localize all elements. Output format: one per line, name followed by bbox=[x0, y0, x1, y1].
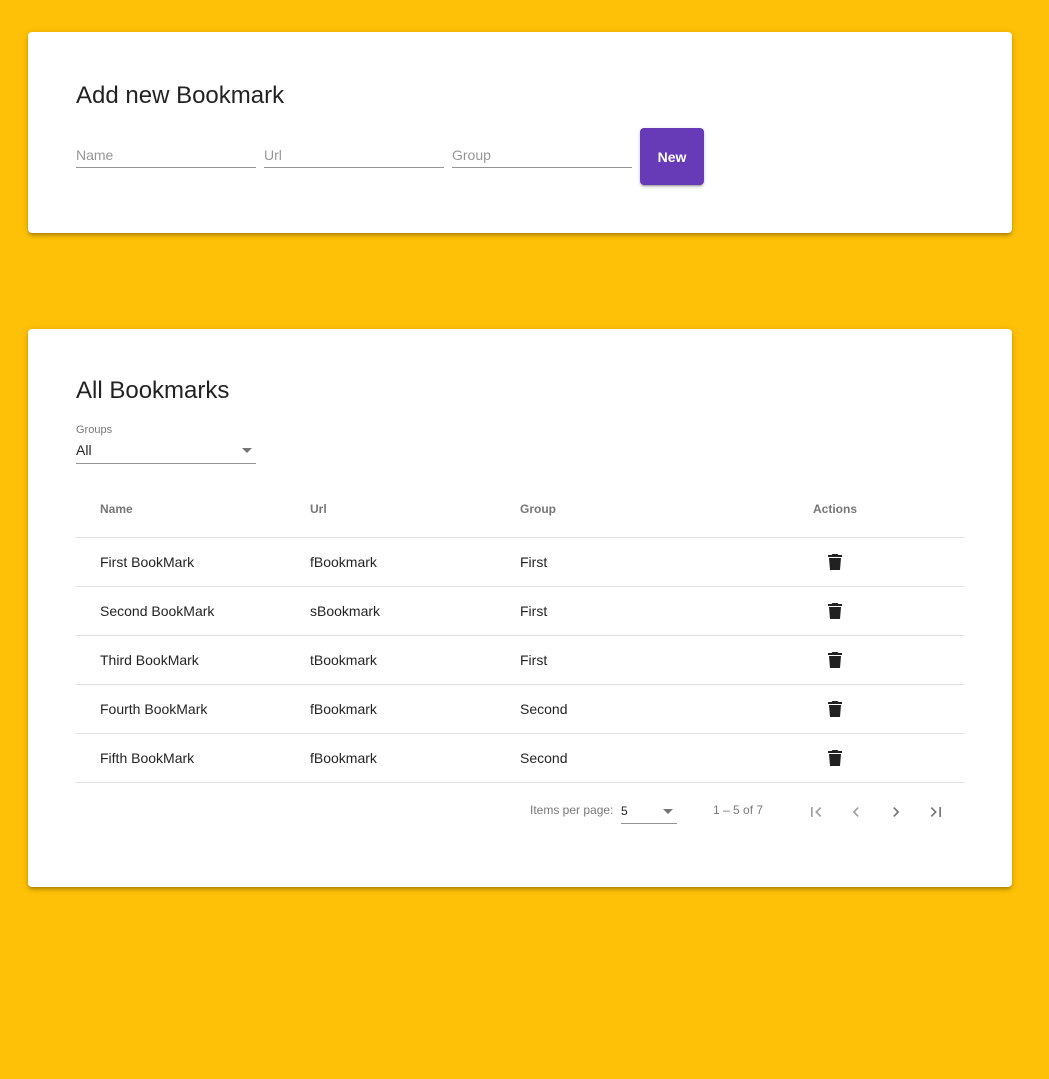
cell-url: fBookmark bbox=[310, 701, 377, 717]
first-page-icon bbox=[811, 807, 822, 817]
page-size-select[interactable]: 5 bbox=[621, 797, 677, 824]
cell-name: Fifth BookMark bbox=[100, 750, 195, 766]
cell-name: First BookMark bbox=[100, 554, 195, 570]
trash-icon bbox=[828, 554, 842, 570]
group-field[interactable] bbox=[452, 138, 632, 168]
delete-button[interactable] bbox=[823, 648, 847, 672]
url-input[interactable] bbox=[264, 147, 444, 163]
group-input[interactable] bbox=[452, 147, 632, 163]
cell-group: Second bbox=[520, 750, 568, 766]
name-input[interactable] bbox=[76, 147, 256, 163]
cell-name: Second BookMark bbox=[100, 603, 215, 619]
all-bookmarks-title: All Bookmarks bbox=[76, 377, 230, 404]
cell-group: Second bbox=[520, 701, 568, 717]
new-bookmark-button[interactable]: New bbox=[640, 128, 704, 185]
url-field[interactable] bbox=[264, 138, 444, 168]
table-row: Second BookMark sBookmark First bbox=[76, 587, 964, 636]
groups-select[interactable]: Groups All bbox=[76, 424, 256, 464]
cell-url: fBookmark bbox=[310, 554, 377, 570]
all-bookmarks-card: All Bookmarks Groups All Name Url Group … bbox=[28, 329, 1012, 887]
table-row: First BookMark fBookmark First bbox=[76, 538, 964, 587]
cell-name: Fourth BookMark bbox=[100, 701, 208, 717]
delete-button[interactable] bbox=[823, 550, 847, 574]
bookmarks-table: Name Url Group Actions First BookMark fB… bbox=[76, 481, 964, 783]
previous-page-icon bbox=[852, 807, 859, 817]
cell-actions bbox=[804, 636, 866, 684]
delete-button[interactable] bbox=[823, 599, 847, 623]
cell-actions bbox=[804, 587, 866, 635]
cell-actions bbox=[804, 734, 866, 782]
table-header-row: Name Url Group Actions bbox=[76, 481, 964, 538]
column-header-actions: Actions bbox=[812, 502, 857, 516]
page-size-value: 5 bbox=[621, 804, 628, 818]
column-header-group: Group bbox=[520, 502, 556, 516]
next-page-button[interactable] bbox=[876, 792, 916, 832]
paginator: Items per page: 5 1 – 5 of 7 bbox=[76, 784, 964, 840]
last-page-button[interactable] bbox=[916, 792, 956, 832]
add-bookmark-title: Add new Bookmark bbox=[76, 82, 285, 109]
name-field[interactable] bbox=[76, 138, 256, 168]
cell-name: Third BookMark bbox=[100, 652, 199, 668]
page-range-label: 1 – 5 of 7 bbox=[713, 803, 764, 817]
table-row: Fourth BookMark fBookmark Second bbox=[76, 685, 964, 734]
groups-select-label: Groups bbox=[76, 424, 113, 436]
first-page-button[interactable] bbox=[796, 792, 836, 832]
table-row: Fifth BookMark fBookmark Second bbox=[76, 734, 964, 783]
groups-select-value: All bbox=[76, 442, 92, 458]
delete-button[interactable] bbox=[823, 746, 847, 770]
previous-page-button[interactable] bbox=[836, 792, 876, 832]
cell-group: First bbox=[520, 603, 548, 619]
delete-button[interactable] bbox=[823, 697, 847, 721]
trash-icon bbox=[828, 701, 842, 717]
cell-actions bbox=[804, 538, 866, 586]
cell-group: First bbox=[520, 554, 548, 570]
trash-icon bbox=[828, 652, 842, 668]
table-row: Third BookMark tBookmark First bbox=[76, 636, 964, 685]
trash-icon bbox=[828, 603, 842, 619]
trash-icon bbox=[828, 750, 842, 766]
cell-url: tBookmark bbox=[310, 652, 377, 668]
cell-group: First bbox=[520, 652, 548, 668]
dropdown-arrow-icon bbox=[663, 809, 673, 814]
column-header-name: Name bbox=[100, 502, 133, 516]
next-page-icon bbox=[893, 807, 900, 817]
items-per-page-label: Items per page: bbox=[530, 803, 614, 817]
dropdown-arrow-icon bbox=[242, 448, 252, 453]
column-header-url: Url bbox=[310, 502, 327, 516]
add-bookmark-card: Add new Bookmark New bbox=[28, 32, 1012, 233]
cell-url: fBookmark bbox=[310, 750, 377, 766]
cell-actions bbox=[804, 685, 866, 733]
cell-url: sBookmark bbox=[310, 603, 381, 619]
last-page-icon bbox=[930, 807, 941, 817]
